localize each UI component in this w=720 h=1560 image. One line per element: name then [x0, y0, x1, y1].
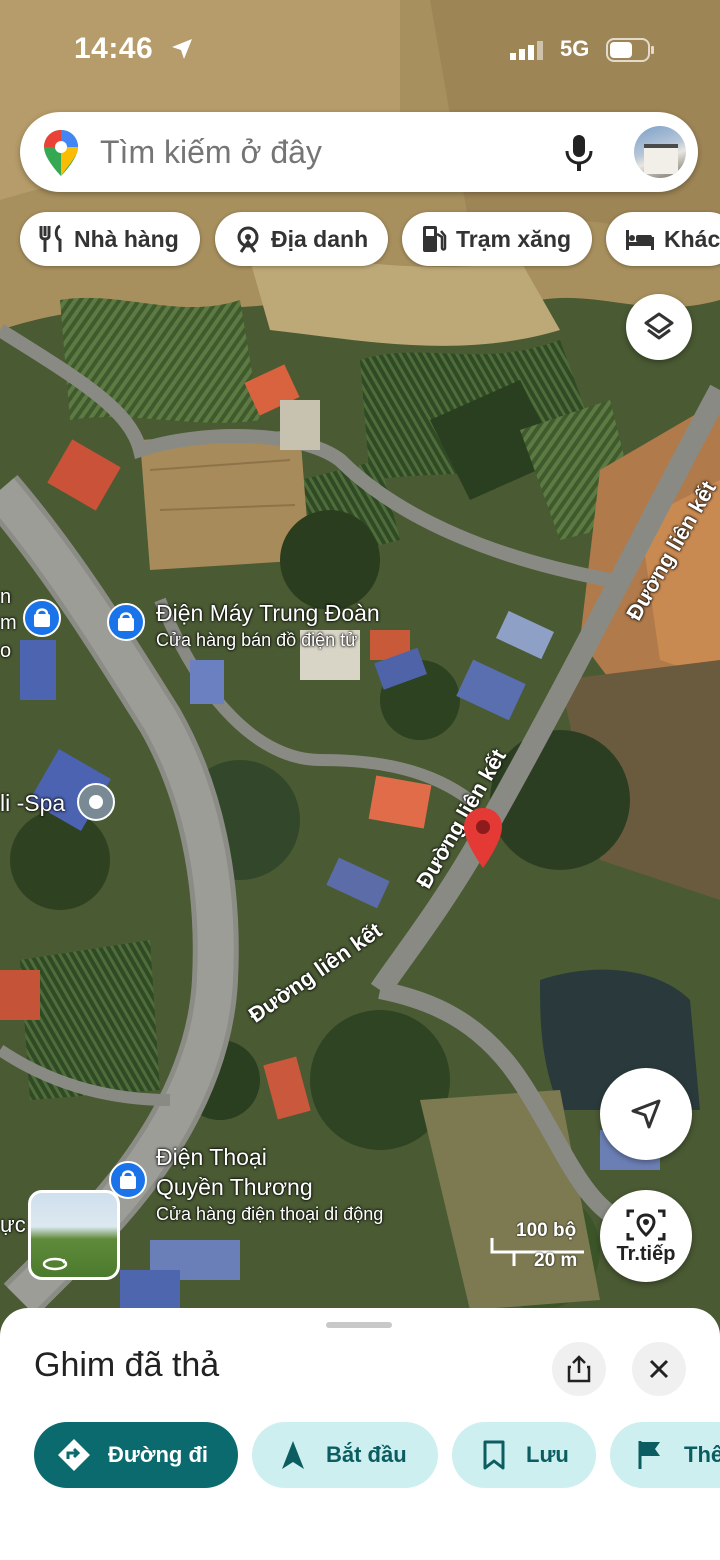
dropped-pin-icon[interactable]	[462, 806, 504, 870]
spa-marker-icon[interactable]	[76, 782, 116, 822]
live-view-label: Tr.tiếp	[616, 1242, 676, 1265]
poi-category: Cửa hàng điện thoại di động	[156, 1204, 384, 1224]
battery-icon	[606, 38, 654, 62]
chip-label: Nhà hàng	[74, 225, 179, 252]
shopping-bag-marker-icon[interactable]	[22, 598, 62, 638]
close-icon	[649, 1359, 669, 1379]
my-location-button[interactable]	[600, 1068, 692, 1160]
scale-bottom-label: 20 m	[534, 1250, 578, 1271]
partial-map-label: ực	[0, 1212, 26, 1237]
network-type: 5G	[560, 36, 590, 61]
directions-button[interactable]: Đường đi	[34, 1422, 238, 1488]
rotate-360-icon	[42, 1257, 68, 1271]
partial-map-label: o	[0, 640, 12, 662]
close-button[interactable]	[632, 1342, 686, 1396]
navigation-arrow-icon	[282, 1441, 304, 1469]
scale-top-label: 100 bộ	[516, 1220, 577, 1241]
chip-gas-stations[interactable]: Trạm xăng	[402, 212, 592, 266]
bed-icon	[626, 230, 654, 250]
action-label: Bắt đầu	[326, 1442, 407, 1467]
partial-map-label: n	[0, 586, 12, 608]
poi-name[interactable]: Quyền Thương	[156, 1174, 313, 1201]
poi-category: Cửa hàng bán đồ điện tử	[156, 630, 358, 650]
chip-label: Địa danh	[271, 225, 369, 252]
layers-button[interactable]	[626, 294, 692, 360]
chip-landmarks[interactable]: Địa danh	[215, 212, 388, 266]
save-button[interactable]: Lưu	[452, 1422, 596, 1488]
status-bar: 14:46 5G	[0, 0, 720, 100]
flag-icon	[638, 1441, 660, 1469]
label-button[interactable]: Thê	[610, 1422, 720, 1488]
navigation-arrow-icon	[631, 1099, 661, 1129]
chip-restaurants[interactable]: Nhà hàng	[20, 212, 200, 266]
action-label: Đường đi	[108, 1442, 208, 1467]
chip-label: Trạm xăng	[456, 225, 572, 252]
action-label: Lưu	[526, 1442, 569, 1467]
location-arrow-icon	[172, 39, 192, 59]
share-button[interactable]	[552, 1342, 606, 1396]
partial-map-label: m	[0, 612, 17, 634]
share-icon	[567, 1355, 591, 1383]
chip-hotels[interactable]: Khác	[606, 212, 720, 266]
search-input[interactable]	[100, 134, 540, 171]
action-label: Thê	[684, 1442, 720, 1467]
signal-icon	[510, 41, 543, 60]
layers-icon	[644, 312, 674, 340]
poi-name[interactable]: Điện Máy Trung Đoàn	[156, 600, 380, 627]
landmark-icon	[237, 226, 259, 253]
location-scan-icon	[626, 1209, 666, 1240]
microphone-icon[interactable]	[564, 134, 594, 172]
bookmark-icon	[483, 1440, 505, 1470]
place-title: Ghim đã thả	[34, 1346, 220, 1384]
poi-name[interactable]: Điện Thoại	[156, 1144, 267, 1171]
shopping-bag-marker-icon[interactable]	[106, 602, 146, 642]
status-time: 14:46	[74, 32, 154, 65]
google-maps-logo-icon	[44, 130, 78, 176]
gas-station-icon	[423, 226, 447, 252]
fork-knife-icon	[39, 224, 62, 252]
directions-icon	[58, 1439, 90, 1471]
avatar[interactable]	[634, 126, 686, 178]
chip-label: Khác	[664, 225, 720, 252]
live-view-button[interactable]: Tr.tiếp	[600, 1190, 692, 1282]
poi-name[interactable]: li -Spa	[0, 790, 65, 817]
start-button[interactable]: Bắt đầu	[252, 1422, 438, 1488]
sheet-drag-handle[interactable]	[326, 1322, 392, 1328]
street-view-thumbnail[interactable]	[28, 1190, 120, 1280]
